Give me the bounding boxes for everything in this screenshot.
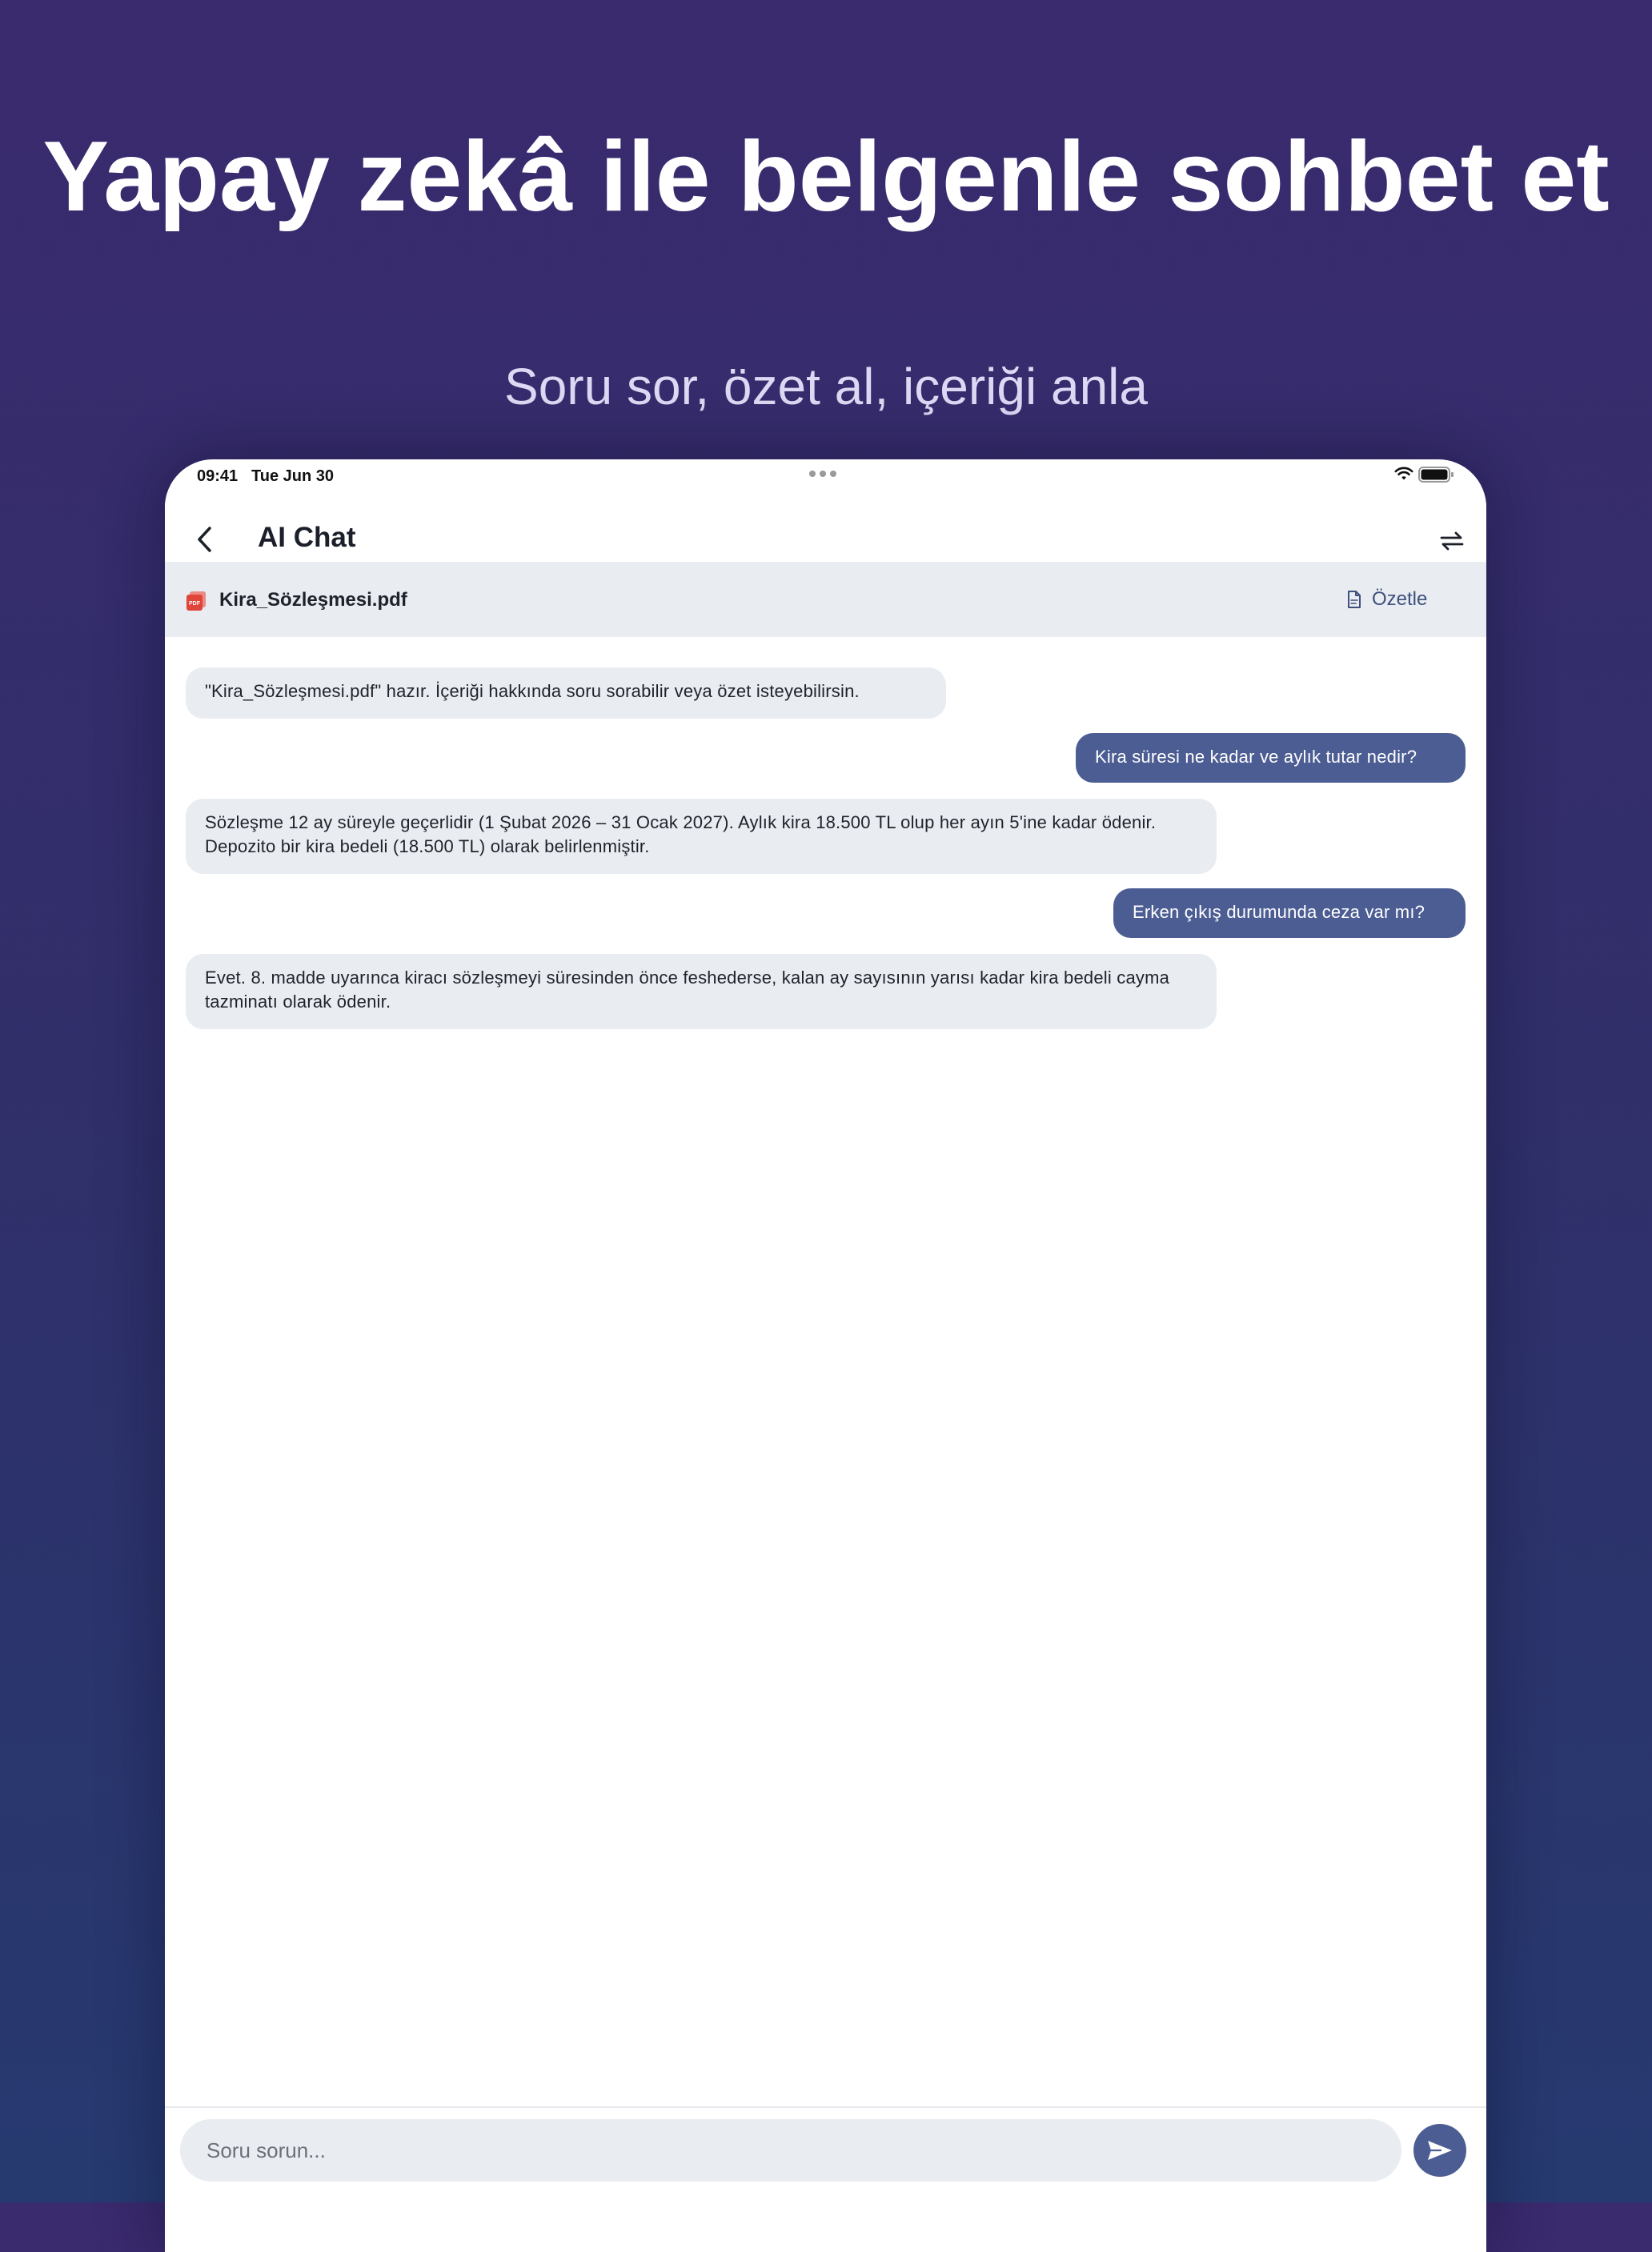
summarize-label: Özetle <box>1372 588 1428 610</box>
pdf-icon: PDF <box>186 591 206 611</box>
question-input[interactable] <box>180 2119 1401 2182</box>
send-button[interactable] <box>1413 2124 1466 2177</box>
ai-message: Evet. 8. madde uyarınca kiracı sözleşmey… <box>186 954 1217 1029</box>
ai-message: "Kira_Sözleşmesi.pdf" hazır. İçeriği hak… <box>186 667 946 719</box>
page-title: AI Chat <box>258 522 356 553</box>
status-time: 09:41 <box>197 467 239 485</box>
hero-subtitle: Soru sor, özet al, içeriği anla <box>504 358 1148 415</box>
battery-icon <box>1418 467 1454 483</box>
swap-document-button[interactable] <box>1429 519 1474 563</box>
hero-title: Yapay zekâ ile belgenle sohbet et <box>42 122 1610 232</box>
chevron-left-icon <box>198 527 211 552</box>
user-message: Erken çıkış durumunda ceza var mı? <box>1113 888 1466 938</box>
wifi-icon <box>1394 467 1413 480</box>
multitasking-dots-icon[interactable] <box>809 471 836 477</box>
tablet-frame: 09:41 Tue Jun 30 AI Chat PDF Kira_Sözleş… <box>165 459 1486 2252</box>
ai-message: Sözleşme 12 ay süreyle geçerlidir (1 Şub… <box>186 799 1217 874</box>
send-icon <box>1428 2141 1452 2160</box>
swap-arrows-icon <box>1440 531 1464 551</box>
summarize-button[interactable]: Özetle <box>1346 579 1466 619</box>
status-date: Tue Jun 30 <box>251 467 334 485</box>
user-message: Kira süresi ne kadar ve aylık tutar nedi… <box>1076 733 1466 783</box>
composer <box>165 2106 1486 2252</box>
document-bar: PDF Kira_Sözleşmesi.pdf Özetle <box>165 562 1486 637</box>
svg-text:PDF: PDF <box>189 601 201 607</box>
document-name: Kira_Sözleşmesi.pdf <box>219 589 407 611</box>
back-button[interactable] <box>181 515 229 563</box>
document-icon <box>1348 591 1361 608</box>
status-bar: 09:41 Tue Jun 30 <box>165 459 1486 493</box>
